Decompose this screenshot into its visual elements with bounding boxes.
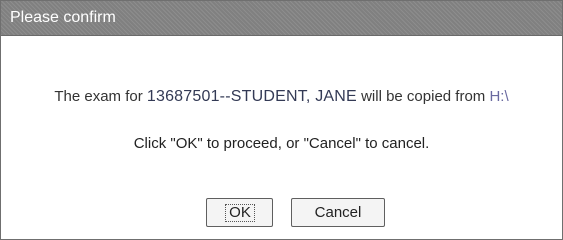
message-prefix: The exam for (54, 88, 147, 105)
ok-button-label: OK (225, 204, 255, 222)
confirm-dialog: Please confirm The exam for 13687501--ST… (0, 0, 563, 240)
ok-button[interactable]: OK (206, 198, 273, 227)
dialog-title: Please confirm (10, 9, 116, 26)
dialog-titlebar[interactable]: Please confirm (1, 1, 562, 36)
instruction-text: Click "OK" to proceed, or "Cancel" to ca… (133, 135, 430, 152)
confirm-message: The exam for 13687501--STUDENT, JANE wil… (1, 88, 562, 106)
cancel-button[interactable]: Cancel (291, 198, 385, 227)
message-middle: will be copied from (356, 88, 490, 105)
student-id-name: 13687501--STUDENT, JANE (146, 88, 357, 105)
source-path: H:\ (489, 88, 509, 105)
